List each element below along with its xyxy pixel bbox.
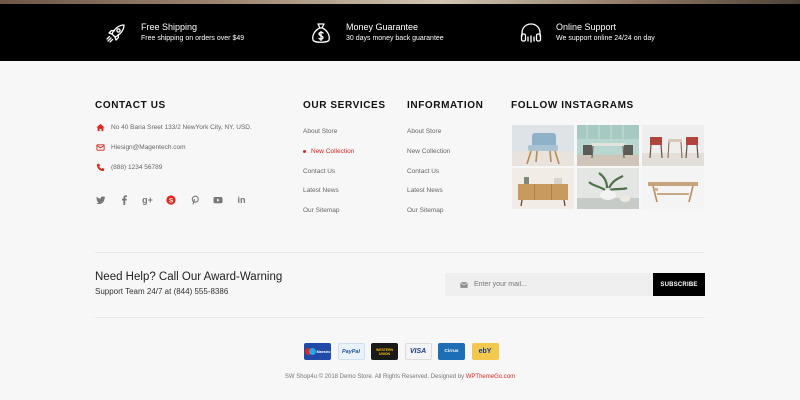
bullet-dot-icon: [303, 150, 306, 154]
instagram-photo-chair-blue[interactable]: [512, 125, 574, 166]
home-icon: [95, 122, 105, 132]
information-list: About Store New Collection Contact Us La…: [407, 122, 450, 220]
benefit-free-shipping: Free Shipping Free shipping on orders ov…: [102, 4, 244, 61]
payment-methods: Maestro PayPal WESTERN UNION VISA Cirrus…: [304, 343, 505, 360]
designer-link[interactable]: WPThemeGo.com: [466, 374, 515, 380]
pinterest-icon[interactable]: [189, 194, 200, 205]
benefit-money-guarantee: Money Guarantee 30 days money back guara…: [307, 4, 444, 61]
services-link[interactable]: Latest News: [303, 181, 354, 201]
benefits-bar: Free Shipping Free shipping on orders ov…: [0, 4, 800, 61]
help-title: Need Help? Call Our Award-Warning: [95, 271, 283, 283]
services-list: About Store New Collection Contact Us La…: [303, 122, 354, 220]
divider: [95, 252, 705, 253]
contact-address: No 40 Baria Sreet 133/2 NewYork City, NY…: [95, 122, 252, 132]
divider: [95, 317, 705, 318]
instagram-photo-sideboard[interactable]: [512, 168, 574, 209]
rocket-icon: [102, 19, 130, 47]
headphones-icon: [517, 19, 545, 47]
benefit-desc: We support online 24/24 on day: [556, 34, 655, 42]
ebay-icon: ebY: [471, 343, 499, 360]
information-link[interactable]: Latest News: [407, 181, 450, 201]
facebook-icon[interactable]: [119, 194, 130, 205]
services-link[interactable]: Contact Us: [303, 161, 354, 181]
instagram-photo-dining-mint[interactable]: [577, 125, 639, 166]
benefit-online-support: Online Support We support online 24/24 o…: [517, 4, 655, 61]
instagram-gallery: [512, 125, 704, 209]
benefit-desc: Free shipping on orders over $49: [141, 34, 245, 42]
skype-icon[interactable]: S: [166, 194, 177, 205]
contact-phone-text: (888) 1234 56789: [111, 163, 163, 171]
contact-email-text[interactable]: Hiesign@Magentech.com: [111, 144, 186, 151]
contact-email[interactable]: Hiesign@Magentech.com: [95, 142, 186, 152]
instagram-photo-plant[interactable]: [577, 168, 639, 209]
linkedin-icon[interactable]: in: [236, 194, 247, 205]
information-link[interactable]: About Store: [407, 122, 450, 142]
information-link[interactable]: Contact Us: [407, 161, 450, 181]
envelope-icon: [95, 142, 105, 152]
contact-title: CONTACT US: [95, 100, 166, 111]
contact-phone: (888) 1234 56789: [95, 162, 162, 172]
help-subtitle: Support Team 24/7 at (844) 555-8386: [95, 287, 229, 296]
contact-address-text: No 40 Baria Sreet 133/2 NewYork City, NY…: [111, 123, 252, 131]
information-link[interactable]: Our Sitemap: [407, 201, 450, 221]
instagram-photo-chairs-red[interactable]: [642, 125, 704, 166]
subscribe-button[interactable]: SUBSCRIBE: [653, 273, 705, 296]
mail-icon: [460, 281, 468, 288]
cirrus-icon: Cirrus: [438, 343, 465, 360]
svg-text:S: S: [169, 197, 174, 204]
newsletter-form: [445, 273, 653, 296]
services-link[interactable]: About Store: [303, 122, 354, 142]
benefit-title: Money Guarantee: [346, 21, 419, 32]
information-title: INFORMATION: [407, 100, 484, 111]
phone-icon: [95, 162, 105, 172]
money-bag-icon: [307, 19, 335, 47]
youtube-icon[interactable]: [213, 194, 224, 205]
newsletter-email-input[interactable]: [474, 281, 634, 288]
google-plus-icon[interactable]: g+: [142, 194, 153, 205]
copyright: SW Shop4u © 2018 Demo Store. All Rights …: [284, 374, 516, 380]
visa-icon: VISA: [404, 343, 432, 360]
paypal-icon: PayPal: [337, 343, 365, 360]
instagram-title: FOLLOW INSTAGRAMS: [511, 100, 634, 111]
western-union-icon: WESTERN UNION: [371, 343, 398, 360]
twitter-icon[interactable]: [95, 194, 106, 205]
social-links: g+ S in: [95, 194, 260, 205]
services-link[interactable]: Our Sitemap: [303, 201, 354, 221]
services-link-active[interactable]: New Collection: [303, 142, 354, 162]
maestro-icon: Maestro: [304, 343, 331, 360]
information-link[interactable]: New Collection: [407, 142, 450, 162]
benefit-title: Free Shipping: [141, 21, 198, 32]
benefit-desc: 30 days money back guarantee: [346, 34, 444, 42]
instagram-photo-bench[interactable]: [642, 168, 704, 209]
benefit-title: Online Support: [556, 21, 617, 32]
services-title: OUR SERVICES: [303, 100, 386, 111]
